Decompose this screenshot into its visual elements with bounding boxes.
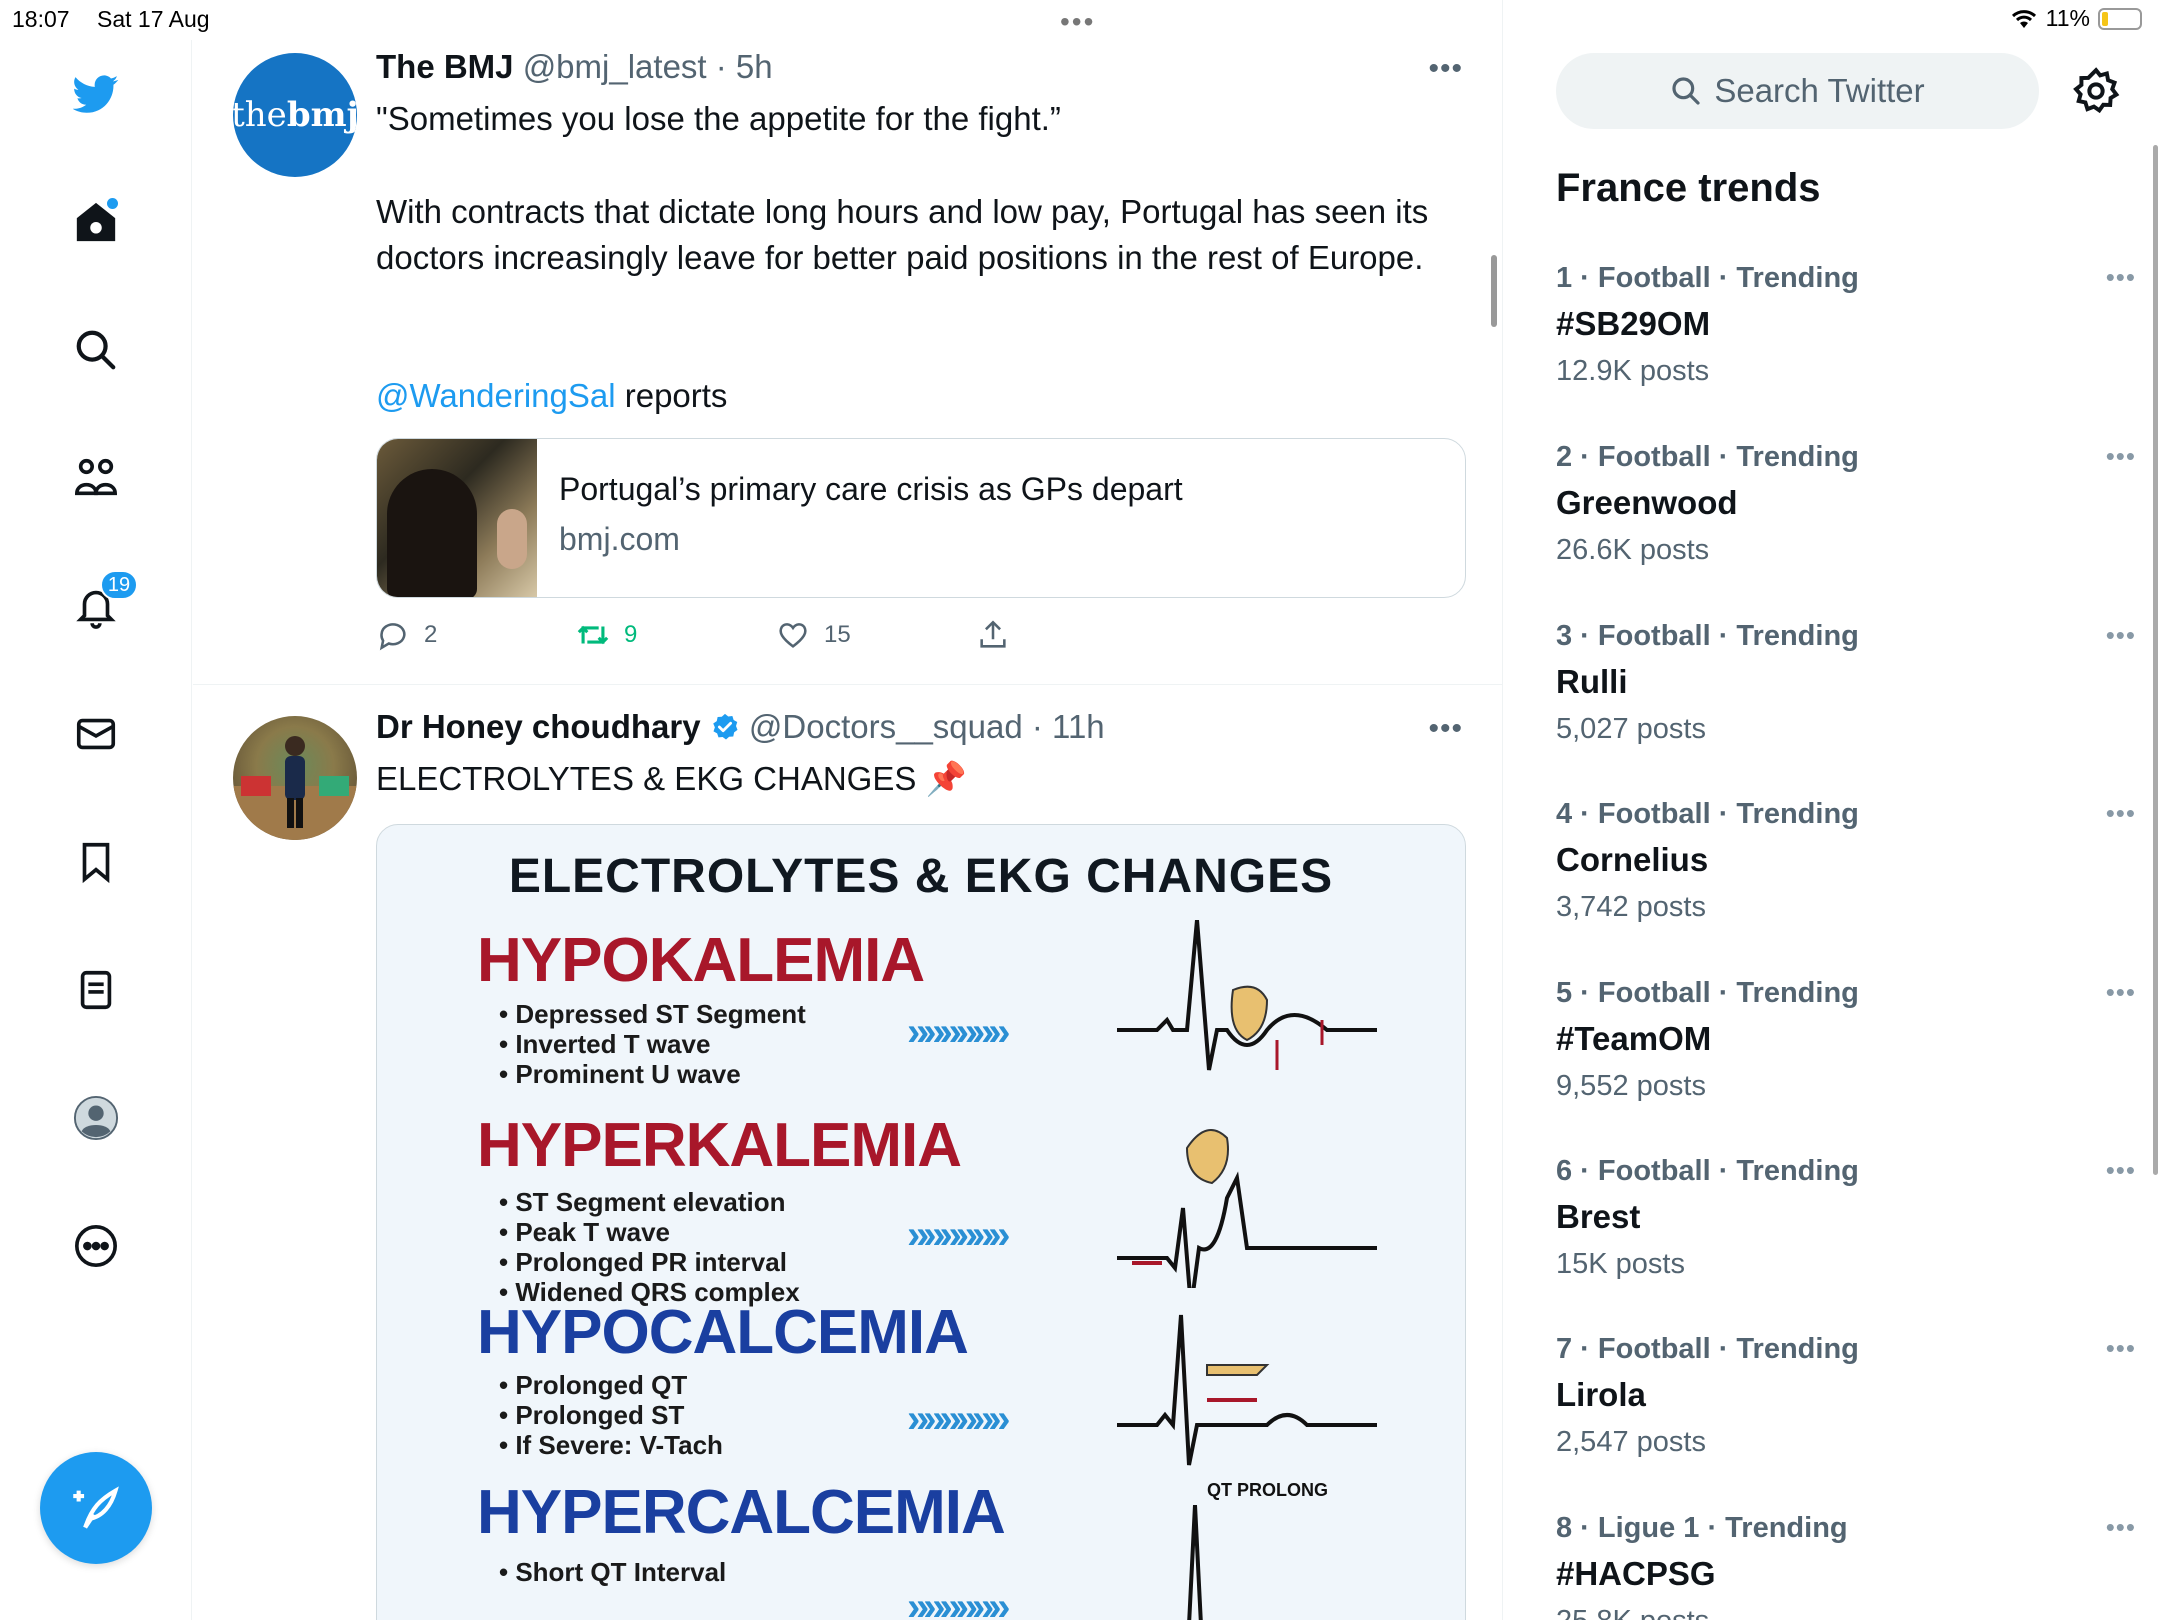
right-sidebar: Search Twitter France trends 1 · Footbal… bbox=[1504, 0, 2160, 1620]
author-name[interactable]: The BMJ bbox=[376, 48, 514, 85]
arrows-icon: »»»»»» bbox=[907, 1213, 1011, 1257]
link-card-title: Portugal’s primary care crisis as GPs de… bbox=[559, 471, 1183, 507]
qt-prolong-label: QT PROLONG bbox=[1207, 1480, 1328, 1500]
trend-more-icon[interactable]: ••• bbox=[2106, 977, 2136, 1008]
trend-item[interactable]: 1 · Football · Trending #SB29OM 12.9K po… bbox=[1556, 262, 2135, 388]
like-count: 15 bbox=[824, 621, 851, 648]
trends-title: France trends bbox=[1556, 166, 1821, 210]
reply-icon bbox=[379, 623, 406, 651]
author-name[interactable]: Dr Honey choudhary bbox=[376, 708, 701, 745]
ekg-hypokalemia-icon bbox=[1117, 920, 1377, 1071]
more-options-icon[interactable] bbox=[64, 1214, 128, 1278]
retweet-icon bbox=[577, 625, 609, 645]
status-time: 18:07 bbox=[12, 6, 70, 32]
profile-avatar-icon[interactable] bbox=[64, 1086, 128, 1150]
trend-item[interactable]: 6 · Football · Trending Brest 15K posts … bbox=[1556, 1155, 2135, 1281]
ekg-hyperkalemia-icon bbox=[1117, 1129, 1377, 1288]
trend-more-icon[interactable]: ••• bbox=[2106, 262, 2136, 293]
timeline: the bmj The BMJ @bmj_latest · 5h ••• "Som… bbox=[193, 0, 1503, 1620]
link-card-image bbox=[377, 439, 537, 597]
trend-item[interactable]: 7 · Football · Trending Lirola 2,547 pos… bbox=[1556, 1333, 2135, 1459]
bookmarks-icon[interactable] bbox=[64, 830, 128, 894]
arrows-icon: »»»»»» bbox=[907, 1397, 1011, 1441]
home-icon[interactable] bbox=[64, 190, 128, 254]
search-placeholder: Search Twitter bbox=[1714, 72, 1925, 109]
trend-more-icon[interactable]: ••• bbox=[2106, 441, 2136, 472]
reply-count: 2 bbox=[424, 621, 438, 648]
home-new-dot bbox=[107, 198, 118, 209]
tweet-more-icon[interactable]: ••• bbox=[1428, 52, 1463, 86]
tweet-text: ELECTROLYTES & EKG CHANGES 📌 bbox=[376, 760, 967, 797]
communities-icon[interactable] bbox=[64, 446, 128, 510]
infographic-title: ELECTROLYTES & EKG CHANGES bbox=[508, 850, 1334, 903]
infographic-list: ST Segment elevation Peak T wave Prolong… bbox=[499, 1187, 799, 1307]
search-icon[interactable] bbox=[64, 318, 128, 382]
heart-icon bbox=[779, 623, 807, 648]
tweet-more-icon[interactable]: ••• bbox=[1428, 712, 1463, 746]
tweet-header: Dr Honey choudhary @Doctors__squad · 11h bbox=[376, 708, 1105, 746]
arrows-icon: »»»»»» bbox=[907, 1585, 1011, 1620]
mention-link[interactable]: @WanderingSal bbox=[376, 377, 616, 414]
trend-more-icon[interactable]: ••• bbox=[2106, 620, 2136, 651]
tweet-text: With contracts that dictate long hours a… bbox=[376, 193, 1429, 276]
compose-tweet-button[interactable] bbox=[40, 1452, 152, 1564]
tweet-divider bbox=[193, 684, 1502, 685]
link-card-domain: bmj.com bbox=[559, 521, 680, 557]
reply-button[interactable]: 2 bbox=[376, 618, 437, 652]
infographic-list: Short QT Interval bbox=[499, 1557, 726, 1587]
trend-more-icon[interactable]: ••• bbox=[2106, 1155, 2136, 1186]
retweet-count: 9 bbox=[624, 621, 638, 648]
settings-gear-icon[interactable] bbox=[2071, 66, 2121, 116]
share-button[interactable] bbox=[976, 618, 1010, 652]
infographic-heading: HYPERKALEMIA bbox=[477, 1111, 962, 1180]
search-input[interactable]: Search Twitter bbox=[1556, 53, 2039, 129]
tweet-text: "Sometimes you lose the appetite for the… bbox=[376, 100, 1061, 137]
infographic-list: Depressed ST Segment Inverted T wave Pro… bbox=[499, 999, 805, 1089]
avatar[interactable]: the bmj bbox=[233, 53, 357, 177]
avatar[interactable] bbox=[233, 716, 357, 840]
infographic-heading: HYPOKALEMIA bbox=[477, 926, 925, 995]
trend-item[interactable]: 4 · Football · Trending Cornelius 3,742 … bbox=[1556, 798, 2135, 924]
feather-plus-icon bbox=[73, 1486, 119, 1529]
trend-item[interactable]: 5 · Football · Trending #TeamOM 9,552 po… bbox=[1556, 977, 2135, 1103]
twitter-logo-icon[interactable] bbox=[64, 62, 128, 126]
link-card[interactable]: Portugal’s primary care crisis as GPs de… bbox=[376, 438, 1466, 598]
verified-badge-icon bbox=[712, 713, 738, 740]
author-meta[interactable]: @bmj_latest · 5h bbox=[523, 48, 773, 85]
infographic-heading: HYPERCALCEMIA bbox=[477, 1478, 1006, 1547]
lists-icon[interactable] bbox=[64, 958, 128, 1022]
author-meta[interactable]: @Doctors__squad · 11h bbox=[749, 708, 1105, 745]
trend-item[interactable]: 8 · Ligue 1 · Trending #HACPSG 25.8K pos… bbox=[1556, 1512, 2135, 1620]
share-icon bbox=[980, 620, 1006, 648]
tweet-text: @WanderingSal reports bbox=[376, 377, 728, 414]
timeline-scrollbar[interactable] bbox=[1491, 255, 1497, 327]
trend-more-icon[interactable]: ••• bbox=[2106, 798, 2136, 829]
tweet-header: The BMJ @bmj_latest · 5h bbox=[376, 48, 773, 86]
notifications-badge: 19 bbox=[100, 570, 138, 600]
trend-more-icon[interactable]: ••• bbox=[2106, 1512, 2136, 1543]
infographic-heading: HYPOCALCEMIA bbox=[477, 1298, 969, 1367]
ekg-hypocalcemia-icon bbox=[1117, 1314, 1377, 1466]
arrows-icon: »»»»»» bbox=[907, 1010, 1011, 1054]
ekg-hypercalcemia-icon bbox=[1187, 1505, 1203, 1620]
infographic-list: Prolonged QT Prolonged ST If Severe: V-T… bbox=[499, 1370, 723, 1460]
like-button[interactable]: 15 bbox=[776, 618, 851, 652]
retweet-button[interactable]: 9 bbox=[576, 618, 637, 652]
notifications-icon[interactable]: 19 bbox=[64, 570, 138, 638]
sidebar-scrollbar[interactable] bbox=[2153, 145, 2158, 1175]
trend-item[interactable]: 2 · Football · Trending Greenwood 26.6K … bbox=[1556, 441, 2135, 567]
messages-icon[interactable] bbox=[64, 702, 128, 766]
search-icon bbox=[1672, 77, 1700, 105]
trend-more-icon[interactable]: ••• bbox=[2106, 1333, 2136, 1364]
trend-item[interactable]: 3 · Football · Trending Rulli 5,027 post… bbox=[1556, 620, 2135, 746]
left-nav: 19 bbox=[0, 40, 192, 1620]
tweet-media-infographic[interactable]: ELECTROLYTES & EKG CHANGES HYPOKALEMIA D… bbox=[376, 824, 1466, 1620]
